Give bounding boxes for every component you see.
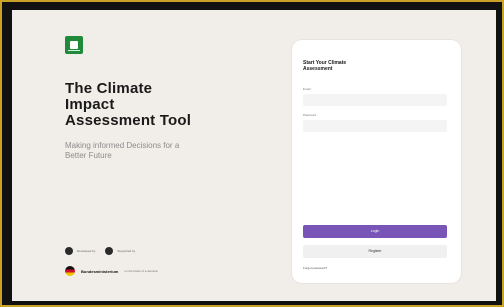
page-subtitle: Making informed Decisions for a Better F… xyxy=(65,141,180,160)
page-title: The Climate Impact Assessment Tool xyxy=(65,80,192,129)
password-field[interactable] xyxy=(303,120,447,132)
german-ministry-logo-icon xyxy=(65,266,75,276)
landing-page: The Climate Impact Assessment Tool Makin… xyxy=(12,10,496,301)
partner-note: on the basis of a decision xyxy=(124,269,159,273)
credits-row: Developed by Supported by xyxy=(65,247,135,255)
forgot-password-link[interactable]: Forgot password? xyxy=(303,266,327,270)
window-frame: The Climate Impact Assessment Tool Makin… xyxy=(0,0,504,307)
credit-developer: Developed by xyxy=(65,247,95,255)
credit-label: Developed by xyxy=(77,249,96,253)
partner-name: Bundesministerium xyxy=(81,268,119,274)
credit-label: Supported by xyxy=(117,249,136,253)
login-button[interactable]: Login xyxy=(303,225,447,238)
partner-row: Bundesministerium on the basis of a deci… xyxy=(65,266,158,276)
credit-supporter: Supported by xyxy=(105,247,135,255)
password-label: Password xyxy=(303,113,317,117)
email-field[interactable] xyxy=(303,94,447,106)
supporter-logo-icon xyxy=(105,247,114,255)
email-label: Email xyxy=(303,87,311,91)
developer-logo-icon xyxy=(65,247,73,255)
logo-mark xyxy=(70,41,78,49)
register-button[interactable]: Register xyxy=(303,245,447,258)
form-title: Start Your Climate Assessment xyxy=(303,60,347,72)
logo-underline xyxy=(68,50,80,51)
login-card: Start Your Climate Assessment Email Pass… xyxy=(292,40,461,283)
climate-tool-logo-icon xyxy=(65,36,83,54)
